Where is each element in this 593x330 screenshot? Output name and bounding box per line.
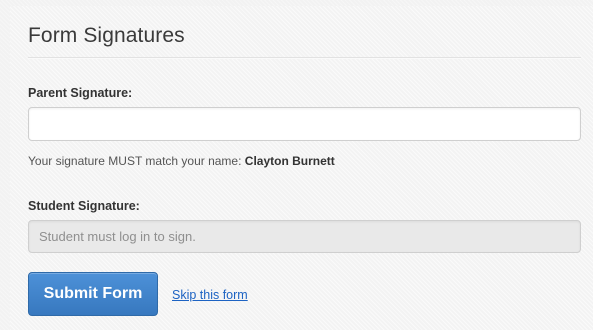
form-signatures-panel: Form Signatures Parent Signature: Your s… (10, 6, 593, 330)
student-signature-input (28, 220, 581, 253)
student-signature-label: Student Signature: (28, 199, 140, 213)
skip-form-link[interactable]: Skip this form (172, 288, 248, 302)
submit-form-button[interactable]: Submit Form (28, 272, 158, 316)
title-divider (28, 57, 581, 59)
form-title: Form Signatures (28, 24, 185, 47)
signature-hint-text: Your signature MUST match your name: (28, 154, 245, 168)
parent-signature-input[interactable] (28, 107, 581, 141)
signature-hint: Your signature MUST match your name: Cla… (28, 154, 335, 168)
parent-signature-label: Parent Signature: (28, 86, 133, 100)
required-name: Clayton Burnett (244, 154, 335, 168)
